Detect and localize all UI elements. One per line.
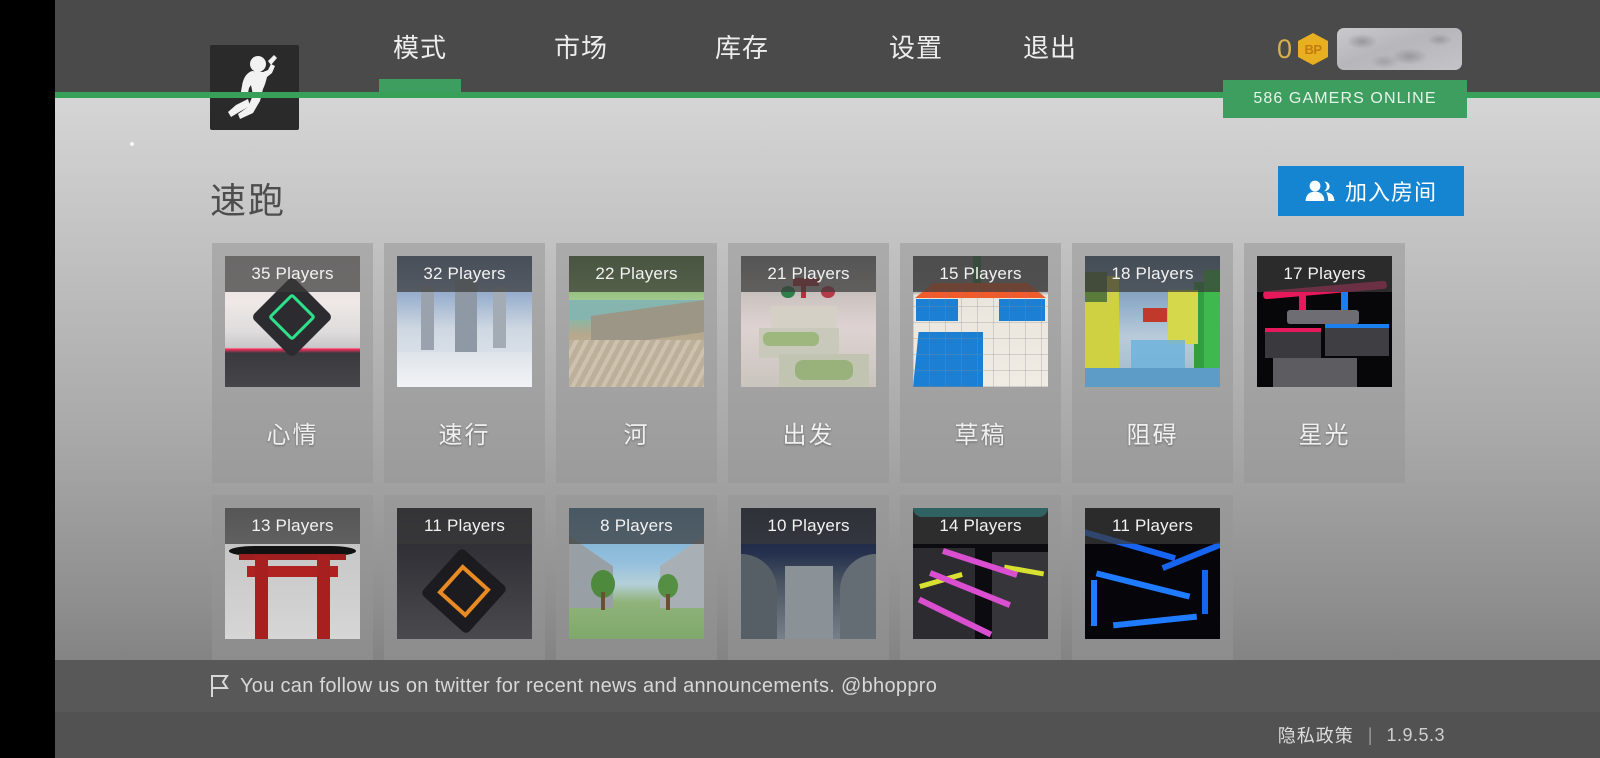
footer-announcement-bar: You can follow us on twitter for recent … (55, 660, 1600, 712)
footer-legal-bar: 隐私政策 | 1.9.5.3 (55, 712, 1600, 758)
players-count: 11 Players (423, 516, 506, 535)
players-count: 10 Players (767, 516, 850, 535)
nav-label: 设置 (888, 32, 943, 63)
players-badge: 11 Players (1085, 508, 1220, 544)
players-badge: 8 Players (569, 508, 704, 544)
map-thumbnail: 11 Players (1085, 508, 1220, 639)
footer-separator: | (1367, 724, 1373, 745)
map-thumbnail: 35 Players (225, 256, 360, 387)
nav-item-market[interactable]: 市场 (516, 0, 646, 92)
players-count: 21 Players (767, 264, 850, 283)
nav-label: 模式 (392, 32, 447, 63)
players-badge: 35 Players (225, 256, 360, 292)
map-card[interactable]: 15 Players 草稿 (900, 243, 1061, 483)
running-man-logo[interactable] (210, 45, 299, 130)
map-name: 河 (623, 422, 650, 449)
map-thumbnail: 15 Players (913, 256, 1048, 387)
map-name: 星光 (1298, 422, 1351, 449)
players-count: 32 Players (423, 264, 506, 283)
gamers-online-label: 586 GAMERS ONLINE (1253, 90, 1437, 107)
players-count: 18 Players (1111, 264, 1194, 283)
map-thumbnail: 17 Players (1257, 256, 1392, 387)
app-version: 1.9.5.3 (1386, 724, 1445, 745)
header-bar: 模式 市场 库存 设置 退出 0 BP (55, 0, 1600, 130)
coin-label: BP (1304, 41, 1322, 57)
footer-announcement: You can follow us on twitter for recent … (210, 674, 937, 698)
page-title: 速跑 (210, 180, 287, 221)
players-count: 22 Players (595, 264, 678, 283)
players-badge: 10 Players (741, 508, 876, 544)
account-placeholder-icon[interactable] (1337, 28, 1462, 70)
players-count: 14 Players (939, 516, 1022, 535)
map-thumbnail: 10 Players (741, 508, 876, 639)
map-thumbnail: 8 Players (569, 508, 704, 639)
join-room-label: 加入房间 (1344, 180, 1437, 205)
active-tab-indicator (379, 79, 461, 92)
players-count: 13 Players (251, 516, 334, 535)
map-name: 阻碍 (1126, 422, 1179, 449)
players-badge: 11 Players (397, 508, 532, 544)
players-badge: 15 Players (913, 256, 1048, 292)
map-card[interactable]: 35 Players 心情 (212, 243, 373, 483)
players-badge: 32 Players (397, 256, 532, 292)
nav-label: 市场 (553, 32, 608, 63)
join-room-button[interactable]: 加入房间 (1278, 166, 1464, 216)
players-badge: 21 Players (741, 256, 876, 292)
gamers-online-banner: 586 GAMERS ONLINE (1223, 80, 1467, 118)
nav-item-inventory[interactable]: 库存 (677, 0, 807, 92)
flag-icon (211, 675, 229, 697)
map-card[interactable]: 17 Players 星光 (1244, 243, 1405, 483)
screen: 模式 市场 库存 设置 退出 0 BP 586 GAMERS ONLINE 速跑… (0, 0, 1600, 758)
privacy-policy-link[interactable]: 隐私政策 (1278, 722, 1354, 748)
map-name: 草稿 (954, 422, 1007, 449)
currency-amount: 0 (1276, 33, 1292, 64)
players-count: 35 Players (251, 264, 334, 283)
map-name: 速行 (438, 422, 491, 449)
map-card[interactable]: 21 Players 出发 (728, 243, 889, 483)
users-icon (1305, 180, 1335, 201)
players-count: 17 Players (1283, 264, 1366, 283)
players-badge: 18 Players (1085, 256, 1220, 292)
map-card[interactable]: 22 Players 河 (556, 243, 717, 483)
players-badge: 14 Players (913, 508, 1048, 544)
footer-message-text: You can follow us on twitter for recent … (240, 674, 938, 697)
nav-label: 退出 (1022, 32, 1077, 63)
map-thumbnail: 21 Players (741, 256, 876, 387)
map-card[interactable]: 32 Players 速行 (384, 243, 545, 483)
map-thumbnail: 14 Players (913, 508, 1048, 639)
nav-label: 库存 (714, 32, 769, 63)
app-viewport: 模式 市场 库存 设置 退出 0 BP 586 GAMERS ONLINE 速跑… (55, 0, 1600, 758)
currency-display[interactable]: 0 BP (1277, 33, 1328, 65)
map-thumbnail: 13 Players (225, 508, 360, 639)
players-count: 8 Players (600, 516, 673, 535)
players-badge: 13 Players (225, 508, 360, 544)
players-badge: 22 Players (569, 256, 704, 292)
map-name: 心情 (266, 422, 319, 449)
players-count: 11 Players (1111, 516, 1194, 535)
nav-item-modes[interactable]: 模式 (355, 0, 485, 92)
players-badge: 17 Players (1257, 256, 1392, 292)
map-card[interactable]: 18 Players 阻碍 (1072, 243, 1233, 483)
map-thumbnail: 22 Players (569, 256, 704, 387)
map-thumbnail: 18 Players (1085, 256, 1220, 387)
background-speck (130, 142, 134, 146)
nav-item-settings[interactable]: 设置 (851, 0, 981, 92)
map-thumbnail: 11 Players (397, 508, 532, 639)
nav-item-exit[interactable]: 退出 (985, 0, 1115, 92)
players-count: 15 Players (939, 264, 1022, 283)
bp-hexagon-coin-icon: BP (1298, 33, 1328, 65)
map-name: 出发 (782, 422, 835, 449)
map-thumbnail: 32 Players (397, 256, 532, 387)
device-left-bezel (0, 0, 55, 758)
